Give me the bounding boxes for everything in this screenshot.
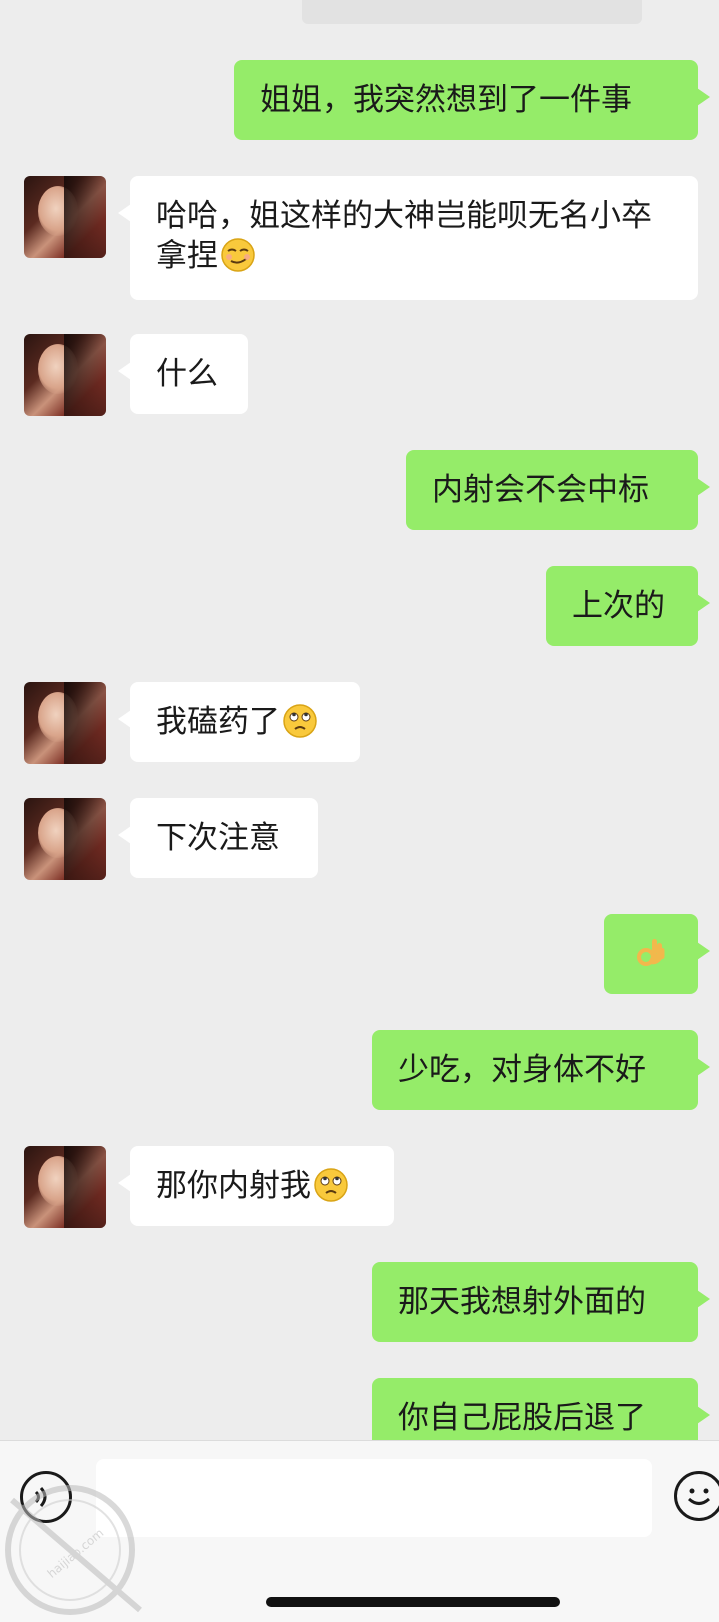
ok-hand-emoji-icon	[637, 939, 665, 966]
rolling-eyes-emoji-icon	[314, 1168, 348, 1202]
message-text: 那你内射我	[156, 1168, 311, 1204]
message-text: 姐姐，我突然想到了一件事	[260, 82, 632, 118]
message-text: 那天我想射外面的	[398, 1284, 646, 1320]
message-text: 下次注意	[156, 820, 280, 856]
message-text: 什么	[156, 356, 218, 392]
message-bubble-theirs[interactable]: 那你内射我	[118, 1146, 394, 1226]
message-bubble-theirs[interactable]: 我磕药了	[118, 682, 360, 762]
message-bubble-theirs[interactable]: 下次注意	[118, 798, 318, 878]
message-bubble-mine[interactable]: 你自己屁股后退了	[372, 1378, 710, 1440]
contact-avatar[interactable]	[24, 176, 106, 258]
message-bubble-mine[interactable]: 那天我想射外面的	[372, 1262, 710, 1342]
contact-avatar[interactable]	[24, 1146, 106, 1228]
smirk-emoji-icon	[221, 238, 255, 272]
message-text: 你自己屁股后退了	[398, 1400, 646, 1436]
message-bubble-theirs[interactable]: 哈哈，姐这样的大神岂能呗无名小卒拿捏	[118, 176, 698, 300]
message-text: 少吃，对身体不好	[398, 1052, 646, 1088]
message-bubble-theirs[interactable]: 什么	[118, 334, 248, 414]
message-text: 我磕药了	[156, 704, 280, 740]
emoji-icon[interactable]	[674, 1471, 719, 1521]
message-bubble-mine[interactable]: 姐姐，我突然想到了一件事	[234, 60, 710, 140]
message-bubble-mine[interactable]	[604, 914, 710, 994]
message-bubble-mine[interactable]: 少吃，对身体不好	[372, 1030, 710, 1110]
message-bubble-mine[interactable]: 内射会不会中标	[406, 450, 710, 530]
home-indicator[interactable]	[266, 1597, 560, 1607]
contact-avatar[interactable]	[24, 334, 106, 416]
chat-area[interactable]: 姐姐，我突然想到了一件事 哈哈，姐这样的大神岂能呗无名小卒拿捏 什么 内射会不会…	[0, 0, 719, 1440]
message-text: 上次的	[572, 588, 665, 624]
message-text: 内射会不会中标	[432, 472, 649, 508]
watermark-logo: haijiao.com	[5, 1485, 142, 1615]
message-input[interactable]	[96, 1459, 652, 1537]
contact-avatar[interactable]	[24, 682, 106, 764]
message-bubble-mine[interactable]: 上次的	[546, 566, 710, 646]
rolling-eyes-emoji-icon	[283, 704, 317, 738]
contact-avatar[interactable]	[24, 798, 106, 880]
